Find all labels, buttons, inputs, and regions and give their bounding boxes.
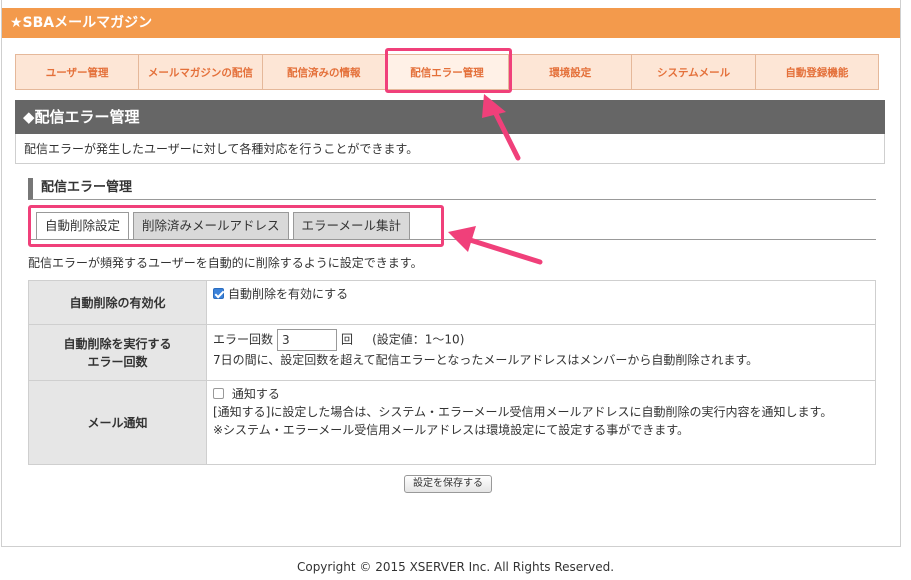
- error-count-cell: エラー回数 3 回 (設定値：1〜10) 7日の間に、設定回数を超えて配信エラーとな…: [206, 324, 876, 381]
- settings-row-notify: メール通知 通知する [通知する]に設定した場合は、システム・エラーメール受信用…: [28, 380, 876, 465]
- settings-row-enable: 自動削除の有効化 自動削除を有効にする: [28, 280, 876, 325]
- error-count-label-line1: 自動削除を実行する: [63, 336, 172, 351]
- error-count-label-line2: エラー回数: [87, 354, 148, 369]
- notify-checkbox-label[interactable]: 通知する: [232, 387, 280, 401]
- enable-checkbox[interactable]: [213, 288, 224, 299]
- section-title: ◆配信エラー管理: [15, 100, 885, 134]
- app-title: ★SBAメールマガジン: [10, 15, 153, 31]
- nav-item-environment[interactable]: 環境設定: [509, 55, 633, 89]
- nav-highlight-box: [385, 48, 512, 93]
- tabs-highlight-box: [28, 205, 444, 247]
- notify-note-1: [通知する]に設定した場合は、システム・エラーメール受信用メールアドレスに自動削…: [213, 405, 833, 419]
- notify-checkbox[interactable]: [213, 388, 224, 399]
- error-count-note: 7日の間に、設定回数を超えて配信エラーとなったメールアドレスはメンバーから自動削…: [213, 353, 759, 367]
- panel-description: 配信エラーが頻発するユーザーを自動的に削除するように設定できます。: [28, 256, 423, 270]
- enable-label: 自動削除の有効化: [28, 280, 207, 325]
- subsection-title: 配信エラー管理: [28, 178, 876, 200]
- app-title-bar: ★SBAメールマガジン: [2, 8, 900, 38]
- section-description: 配信エラーが発生したユーザーに対して各種対応を行うことができます。: [15, 134, 885, 164]
- error-count-prefix: エラー回数: [213, 332, 274, 347]
- error-count-input[interactable]: 3: [277, 329, 338, 351]
- error-count-label: 自動削除を実行する エラー回数: [28, 324, 207, 381]
- enable-cell: 自動削除を有効にする: [206, 280, 876, 325]
- nav-item-auto-register[interactable]: 自動登録機能: [755, 55, 878, 89]
- settings-table: 自動削除の有効化 自動削除を有効にする 自動削除を実行する エラー回数 エラー回…: [28, 280, 876, 465]
- settings-row-error-count: 自動削除を実行する エラー回数 エラー回数 3 回 (設定値：1〜10) 7日の間に…: [28, 324, 876, 381]
- nav-item-sent-info[interactable]: 配信済みの情報: [262, 55, 386, 89]
- nav-item-send-magazine[interactable]: メールマガジンの配信: [139, 55, 263, 89]
- error-count-range: (設定値：1〜10): [372, 332, 465, 347]
- footer-copyright: Copyright © 2015 XSERVER Inc. All Rights…: [296, 560, 615, 574]
- error-count-unit: 回: [341, 332, 354, 347]
- enable-checkbox-label[interactable]: 自動削除を有効にする: [228, 287, 348, 301]
- notify-note-2: ※システム・エラーメール受信用メールアドレスは環境設定にて設定する事ができます。: [213, 423, 690, 437]
- notify-cell: 通知する [通知する]に設定した場合は、システム・エラーメール受信用メールアドレ…: [206, 380, 876, 465]
- nav-item-system-mail[interactable]: システムメール: [632, 55, 756, 89]
- save-settings-button[interactable]: 設定を保存する: [404, 475, 492, 493]
- nav-item-users[interactable]: ユーザー管理: [16, 55, 140, 89]
- notify-label: メール通知: [28, 380, 207, 465]
